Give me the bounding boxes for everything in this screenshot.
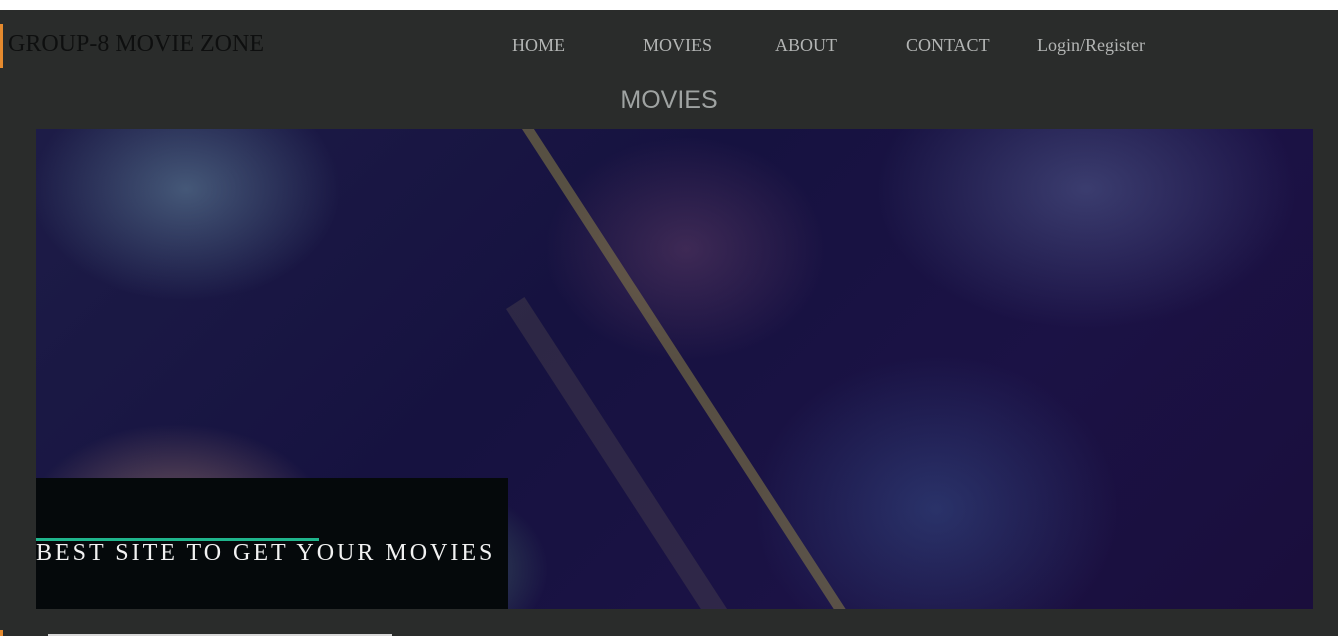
nav-movies[interactable]: MOVIES [643, 35, 712, 56]
nav-contact[interactable]: CONTACT [906, 35, 990, 56]
top-strip [0, 0, 1338, 10]
logo-accent-bar [0, 24, 3, 68]
section-title: MOVIES [620, 86, 718, 114]
bottom-accent-bar [0, 630, 3, 636]
hero-caption: BEST SITE TO GET YOUR MOVIES [36, 540, 496, 566]
nav-home[interactable]: HOME [512, 35, 565, 56]
site-logo[interactable]: GROUP-8 MOVIE ZONE [8, 31, 264, 58]
nav-about[interactable]: ABOUT [775, 35, 837, 56]
nav-login-register[interactable]: Login/Register [1037, 35, 1145, 56]
